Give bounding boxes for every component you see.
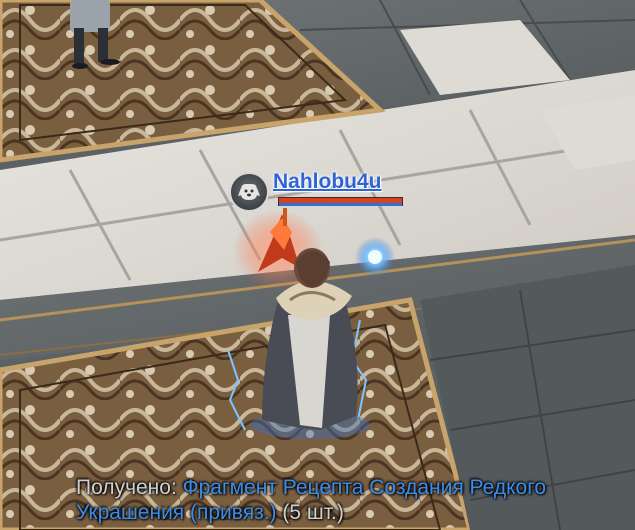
dog-icon[interactable] (229, 172, 269, 212)
loot-label: Получено: (76, 476, 177, 499)
loot-item-count: (5 шт.) (282, 501, 344, 524)
health-mana-bar (278, 197, 403, 206)
loot-notification: Получено: Фрагмент Рецепта Создания Редк… (76, 475, 632, 525)
player-nameplate[interactable]: Nahlobu4u (229, 170, 419, 212)
mana-bar-fill (279, 203, 402, 206)
game-world-scene[interactable] (0, 0, 635, 530)
blue-orb-effect (355, 237, 395, 277)
player-name[interactable]: Nahlobu4u (273, 170, 382, 194)
